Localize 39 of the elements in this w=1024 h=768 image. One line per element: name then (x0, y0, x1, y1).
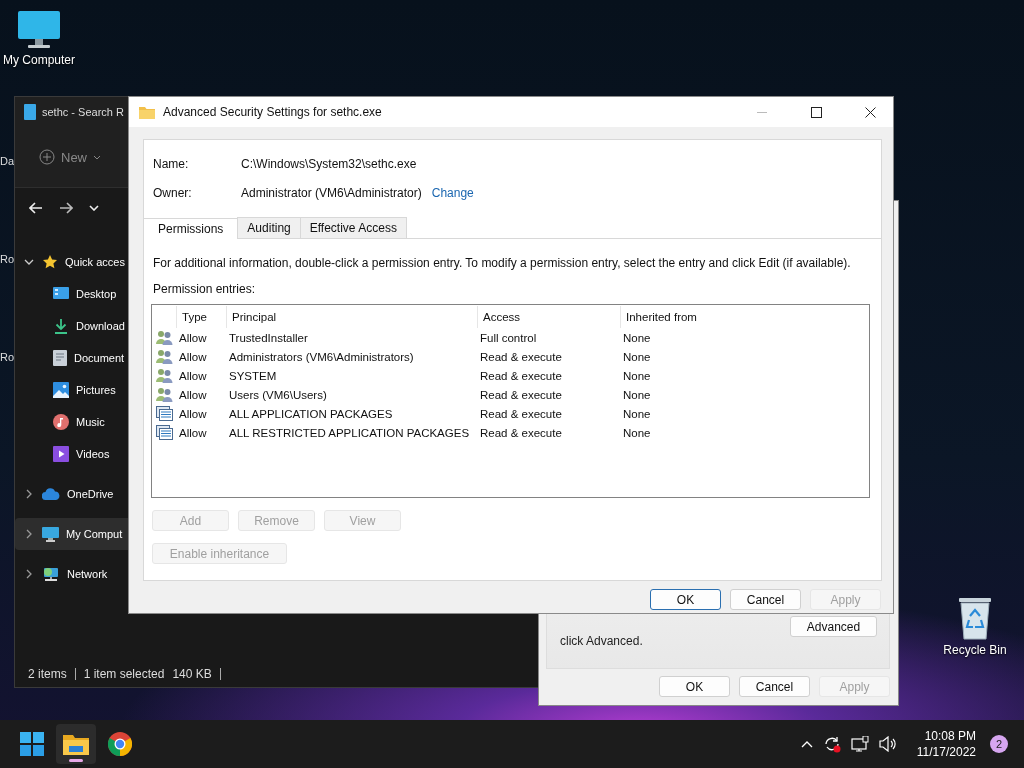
table-cell-text: Allow (178, 407, 208, 420)
table-cell-text: Full control (479, 331, 538, 344)
table-cell-text: SYSTEM (228, 369, 278, 382)
table-cell-text: None (622, 407, 652, 420)
field-label: Owner: (153, 185, 193, 200)
table-cell-text: Allow (178, 388, 208, 401)
status-text: 1 item selected (83, 667, 165, 681)
window-title: sethc - Search R (42, 106, 124, 118)
desktop-icon-label: Da (0, 155, 15, 167)
desktop-icon-label: Ro (0, 253, 15, 265)
field-value: Administrator (VM6\Administrator) (241, 185, 422, 200)
table-cell-text: Read & execute (479, 369, 563, 382)
table-cell-text: TrustedInstaller (228, 331, 309, 344)
status-text: 2 items (28, 667, 67, 681)
table-cell-text: Allow (178, 369, 208, 382)
section-label: Permission entries: (153, 282, 257, 296)
info-text: For additional information, double-click a permission entry. To modify a permission entry, select the entry and click Edit (if available). (153, 256, 852, 270)
table-cell-text: None (622, 369, 652, 382)
table-cell-text: None (622, 426, 652, 439)
table-cell-text: Administrators (VM6\Administrators) (228, 350, 415, 363)
field-label: Name: (153, 156, 190, 171)
table-cell-text: None (622, 388, 652, 401)
hint-text: click Advanced. (560, 634, 643, 648)
table-cell-text: Read & execute (479, 350, 563, 363)
table-cell-text: None (622, 350, 652, 363)
status-text: 140 KB (172, 667, 212, 681)
window-title: Advanced Security Settings for sethc.exe (163, 105, 383, 119)
desktop-icon-label: Ro (0, 351, 15, 363)
table-cell-text: ALL RESTRICTED APPLICATION PACKAGES (228, 426, 471, 439)
table-cell-text: Read & execute (479, 388, 563, 401)
table-cell-text: Read & execute (479, 426, 563, 439)
table-cell-text: ALL APPLICATION PACKAGES (228, 407, 394, 420)
field-value: C:\Windows\System32\sethc.exe (241, 156, 417, 171)
table-cell-text: Allow (178, 331, 208, 344)
table-cell-text: Users (VM6\Users) (228, 388, 328, 401)
table-cell-text: Allow (178, 350, 208, 363)
table-cell-text: Read & execute (479, 407, 563, 420)
table-cell-text: None (622, 331, 652, 344)
table-cell-text: Allow (178, 426, 208, 439)
